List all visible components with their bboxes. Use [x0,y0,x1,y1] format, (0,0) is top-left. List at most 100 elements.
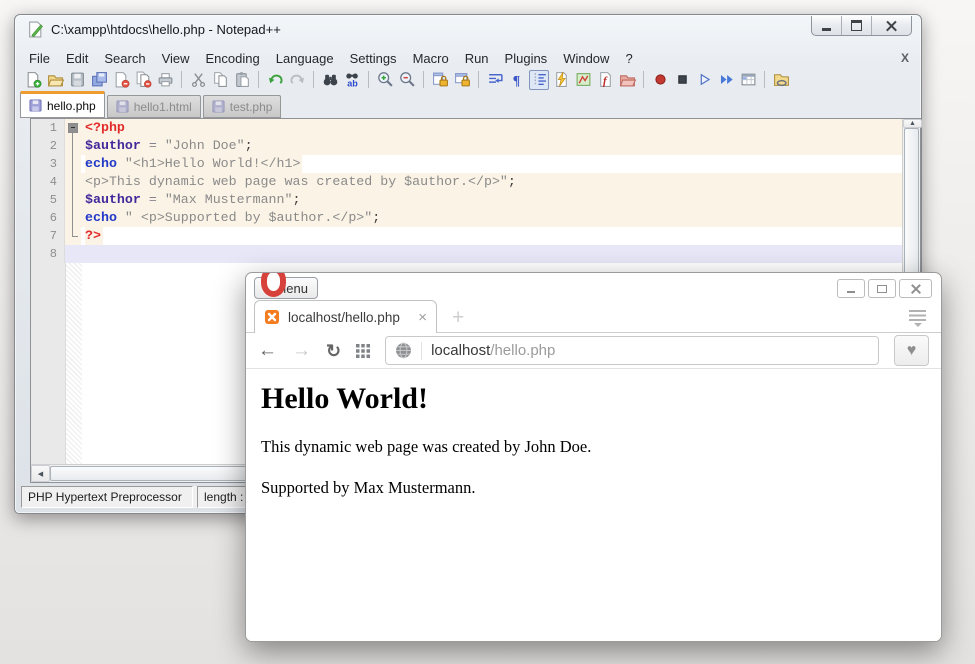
notepad-titlebar[interactable]: C:\xampp\htdocs\hello.php - Notepad++ [27,21,281,38]
show-indent-guide-icon[interactable] [529,70,549,90]
speed-dial-icon[interactable] [356,344,370,358]
scroll-up-icon[interactable]: ▲ [903,119,922,128]
line-number: 8 [31,245,65,263]
macro-stop-icon[interactable] [672,70,692,90]
macro-save-icon[interactable] [738,70,758,90]
menu-item-encoding[interactable]: Encoding [198,50,268,67]
menu-item-macro[interactable]: Macro [405,50,457,67]
menu-item-file[interactable]: File [21,50,58,67]
saved-file-icon [29,99,42,112]
tab-close-icon[interactable]: × [418,310,427,325]
code-line[interactable]: 5 $author = "Max Mustermann"; [31,191,902,209]
toolbar-separator [313,71,314,88]
toolbar-separator [423,71,424,88]
reload-button[interactable]: ↻ [326,342,341,360]
close-button[interactable] [899,279,932,298]
saved-file-icon [116,100,129,113]
toolbar-separator [368,71,369,88]
opera-window: Menu localhost/hello.php × + ← → ↻ local… [245,272,942,642]
code-segment: = [141,192,165,207]
tab-hello-php[interactable]: hello.php [20,91,105,118]
maximize-button[interactable] [842,16,872,35]
word-wrap-icon[interactable] [485,70,505,90]
url-host: localhost [431,342,490,359]
address-bar[interactable]: localhost/hello.php [385,336,879,365]
minimize-button[interactable] [837,279,865,298]
code-line[interactable]: 7 ?> [31,227,902,245]
menu-item-settings[interactable]: Settings [342,50,405,67]
monitoring-icon[interactable] [771,70,791,90]
save-icon[interactable] [67,70,87,90]
code-line-current[interactable]: 8 [31,245,902,263]
tab-label: hello.php [47,99,96,113]
undo-icon[interactable] [265,70,285,90]
bookmark-heart-button[interactable]: ♥ [894,335,929,366]
redo-icon[interactable] [287,70,307,90]
fold-line [65,137,81,155]
toolbar-separator [258,71,259,88]
close-file-icon[interactable] [111,70,131,90]
folder-as-workspace-icon[interactable] [617,70,637,90]
scroll-left-icon[interactable]: ◀ [31,465,50,482]
replace-icon[interactable]: ab [342,70,362,90]
macro-record-icon[interactable] [650,70,670,90]
user-defined-dialog-icon[interactable] [551,70,571,90]
window-controls [811,16,912,36]
browser-tab[interactable]: localhost/hello.php × [254,300,437,333]
opera-window-controls [837,279,932,298]
code-line[interactable]: 3 echo "<h1>Hello World!</h1> [31,155,902,173]
menu-item-window[interactable]: Window [555,50,617,67]
window-title: C:\xampp\htdocs\hello.php - Notepad++ [51,22,281,37]
zoom-out-icon[interactable] [397,70,417,90]
menu-item-language[interactable]: Language [268,50,342,67]
xampp-favicon [264,309,280,325]
menu-item-help[interactable]: ? [617,50,640,67]
tab-label: test.php [230,100,273,114]
maximize-button[interactable] [868,279,896,298]
find-icon[interactable] [320,70,340,90]
back-button[interactable]: ← [258,341,277,360]
menu-item-plugins[interactable]: Plugins [497,50,556,67]
code-segment: "John Doe" [165,138,245,153]
print-icon[interactable] [155,70,175,90]
close-all-icon[interactable] [133,70,153,90]
new-tab-button[interactable]: + [452,306,464,330]
paste-icon[interactable] [232,70,252,90]
cut-icon[interactable] [188,70,208,90]
menu-item-run[interactable]: Run [457,50,497,67]
zoom-in-icon[interactable] [375,70,395,90]
show-all-characters-icon[interactable]: ¶ [507,70,527,90]
copy-icon[interactable] [210,70,230,90]
tab-hello1-html[interactable]: hello1.html [107,95,201,118]
code-segment: echo [85,210,117,225]
sync-vertical-scroll-icon[interactable] [430,70,450,90]
page-paragraph: Supported by Max Mustermann. [261,478,926,498]
code-line[interactable]: 1 <?php [31,119,902,137]
menu-item-edit[interactable]: Edit [58,50,96,67]
open-file-icon[interactable] [45,70,65,90]
macro-playback-icon[interactable] [694,70,714,90]
code-segment: ; [245,138,253,153]
document-map-icon[interactable] [573,70,593,90]
sync-horizontal-scroll-icon[interactable] [452,70,472,90]
macro-run-multiple-icon[interactable] [716,70,736,90]
tab-test-php[interactable]: test.php [203,95,282,118]
code-line[interactable]: 4 <p>This dynamic web page was created b… [31,173,902,191]
fold-collapse-icon[interactable] [65,119,81,137]
menubar-close-icon[interactable]: X [901,51,909,65]
line-number: 7 [31,227,65,245]
forward-button[interactable]: → [292,341,311,360]
code-line[interactable]: 2 $author = "John Doe"; [31,137,902,155]
menu-item-view[interactable]: View [154,50,198,67]
menu-item-search[interactable]: Search [96,50,153,67]
tab-menu-icon[interactable] [909,310,926,331]
tab-label: hello1.html [134,100,192,114]
minimize-button[interactable] [812,16,842,35]
horizontal-scroll-thumb[interactable] [50,466,248,481]
code-line[interactable]: 6 echo " <p>Supported by $author.</p>"; [31,209,902,227]
save-all-icon[interactable] [89,70,109,90]
new-file-icon[interactable] [23,70,43,90]
function-list-icon[interactable]: f [595,70,615,90]
code-segment: "<h1>Hello World!</h1> [117,156,301,171]
close-button[interactable] [872,16,911,35]
